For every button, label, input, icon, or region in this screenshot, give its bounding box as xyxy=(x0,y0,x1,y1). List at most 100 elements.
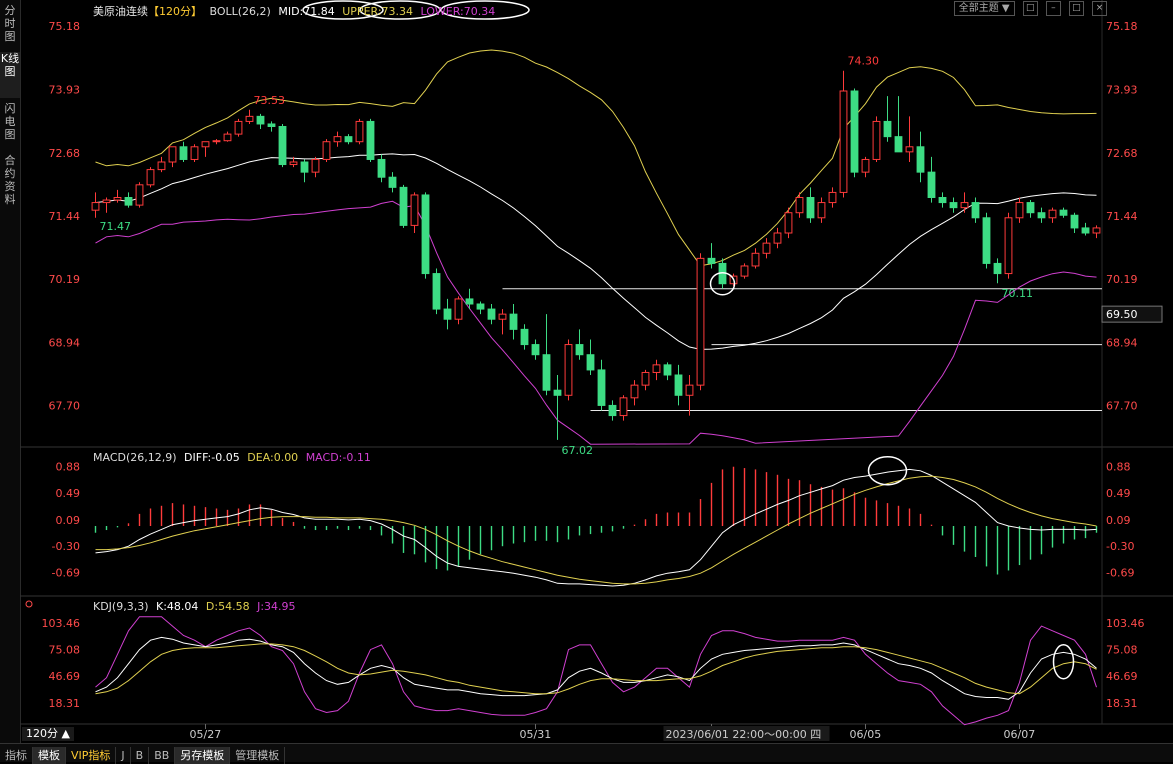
top-controls: 全部主题 ▼ □ – □ × xyxy=(951,1,1107,20)
sidebar-tab-flash[interactable]: 闪电图 xyxy=(0,102,20,148)
chart-area[interactable]: 75.18 75.18 73.93 73.93 72.68 72.68 71.44 71.44… xyxy=(20,0,1173,743)
tab-b[interactable]: B xyxy=(131,747,150,764)
period-selector[interactable]: 120分 ▲ xyxy=(22,727,74,741)
candle-body xyxy=(1081,227,1090,234)
macd-header: MACD(26,12,9) DIFF:-0.05 DEA:0.00 MACD:-… xyxy=(93,451,375,464)
candle-body xyxy=(1004,217,1013,275)
maximize-icon[interactable]: □ xyxy=(1068,1,1084,16)
price-tick-left: 73.93 xyxy=(49,83,81,96)
tab-j[interactable]: J xyxy=(116,747,131,764)
tab-indicator[interactable]: 指标 xyxy=(0,747,33,764)
candle-body xyxy=(157,161,166,171)
kdj-d: D:54.58 xyxy=(205,600,250,613)
candle-body xyxy=(652,364,661,373)
candle-body xyxy=(993,262,1002,275)
price-tick-right: 72.68 xyxy=(1106,147,1138,160)
price-panel-header: 美原油连续【120分】 BOLL(26,2) MID:71.84 UPPER:7… xyxy=(93,3,499,19)
minimize-icon[interactable]: – xyxy=(1045,1,1061,16)
candle-body xyxy=(916,146,925,173)
candle-body xyxy=(575,344,584,356)
kdj-tick-left: 46.69 xyxy=(49,670,81,683)
candle-body xyxy=(696,257,705,386)
mid-value: MID:71.84 xyxy=(278,5,335,18)
candle-body xyxy=(817,202,826,219)
lower-value: LOWER:70.34 xyxy=(420,5,496,18)
candle-body xyxy=(773,232,782,244)
candle-body xyxy=(1048,209,1057,219)
candle-body xyxy=(443,308,452,320)
kdj-j: J:34.95 xyxy=(257,600,296,613)
macd-tick-left: 0.49 xyxy=(56,487,81,500)
close-icon[interactable]: × xyxy=(1092,1,1107,16)
candle-body xyxy=(509,313,518,330)
candle-body xyxy=(267,123,276,128)
highlight-ellipse xyxy=(1052,644,1075,680)
candle-body xyxy=(982,217,991,264)
square-icon[interactable]: □ xyxy=(1022,1,1038,16)
candle-body xyxy=(333,136,342,143)
current-price-label: 69.50 xyxy=(1106,308,1138,321)
candle-body xyxy=(146,169,155,186)
macd-dea-line xyxy=(95,475,1097,585)
candle-body xyxy=(311,158,320,173)
candle-body xyxy=(388,176,397,188)
candle-body xyxy=(564,344,573,396)
candle-body xyxy=(256,115,265,125)
kdj-tick-left: 18.31 xyxy=(49,697,81,710)
time-label: 2023/06/01 22:00～00:00 四 xyxy=(666,728,822,741)
instrument-name: 美原油连续 xyxy=(93,5,148,18)
kdj-tick-left: 75.08 xyxy=(49,643,81,656)
kdj-k-line xyxy=(95,636,1097,700)
candle-body xyxy=(762,242,771,254)
candle-body xyxy=(454,298,463,320)
candle-body xyxy=(795,197,804,214)
macd-tick-right: -0.30 xyxy=(1106,540,1134,553)
time-label: 06/07 xyxy=(1004,728,1036,741)
macd-tick-right: 0.49 xyxy=(1106,487,1131,500)
kdj-header: KDJ(9,3,3) K:48.04 D:54.58 J:34.95 xyxy=(93,600,300,613)
tab-vip-indicator[interactable]: VIP指标 xyxy=(66,747,117,764)
candle-body xyxy=(872,120,881,160)
tab-manage-template[interactable]: 管理模板 xyxy=(230,747,286,764)
candle-body xyxy=(597,369,606,406)
candle-body xyxy=(410,194,419,226)
kdj-tick-right: 103.46 xyxy=(1106,617,1145,630)
period-label: 【120分】 xyxy=(148,5,202,18)
sidebar-tab-timeshare[interactable]: 分时图 xyxy=(0,4,20,44)
macd-diff-line xyxy=(95,468,1097,587)
price-extreme-label: 71.47 xyxy=(100,220,132,233)
candle-body xyxy=(927,171,936,198)
kdj-d-line xyxy=(95,643,1097,695)
candle-body xyxy=(531,344,540,356)
tab-bb[interactable]: BB xyxy=(149,747,176,764)
candle-body xyxy=(1037,212,1046,219)
candle-body xyxy=(278,126,287,166)
candle-body xyxy=(850,90,859,173)
price-tick-right: 75.18 xyxy=(1106,20,1138,33)
candle-body xyxy=(179,146,188,160)
candle-body xyxy=(465,298,474,305)
candle-body xyxy=(883,120,892,138)
candle-body xyxy=(806,197,815,219)
macd-diff: DIFF:-0.05 xyxy=(184,451,240,464)
sidebar-tab-contract-info[interactable]: 合约资料 xyxy=(0,154,20,214)
tab-template[interactable]: 模板 xyxy=(33,747,66,764)
tab-save-template[interactable]: 另存模板 xyxy=(175,747,231,764)
candle-body xyxy=(476,303,485,310)
candle-body xyxy=(608,404,617,417)
sidebar-tab-kline[interactable]: K线图 xyxy=(0,52,20,98)
candle-body xyxy=(674,374,683,396)
candle-body xyxy=(355,120,364,143)
price-tick-left: 67.70 xyxy=(49,399,81,412)
kdj-title: KDJ(9,3,3) xyxy=(93,600,149,613)
price-tick-left: 72.68 xyxy=(49,147,81,160)
candle-body xyxy=(938,197,947,204)
candle-body xyxy=(740,265,749,277)
theme-button[interactable]: 全部主题 ▼ xyxy=(953,1,1015,16)
candle-body xyxy=(245,115,254,122)
macd-tick-left: 0.88 xyxy=(56,461,81,474)
candle-body xyxy=(542,354,551,391)
candle-body xyxy=(432,273,441,310)
price-tick-left: 70.19 xyxy=(49,273,81,286)
macd-tick-left: -0.30 xyxy=(52,540,80,553)
